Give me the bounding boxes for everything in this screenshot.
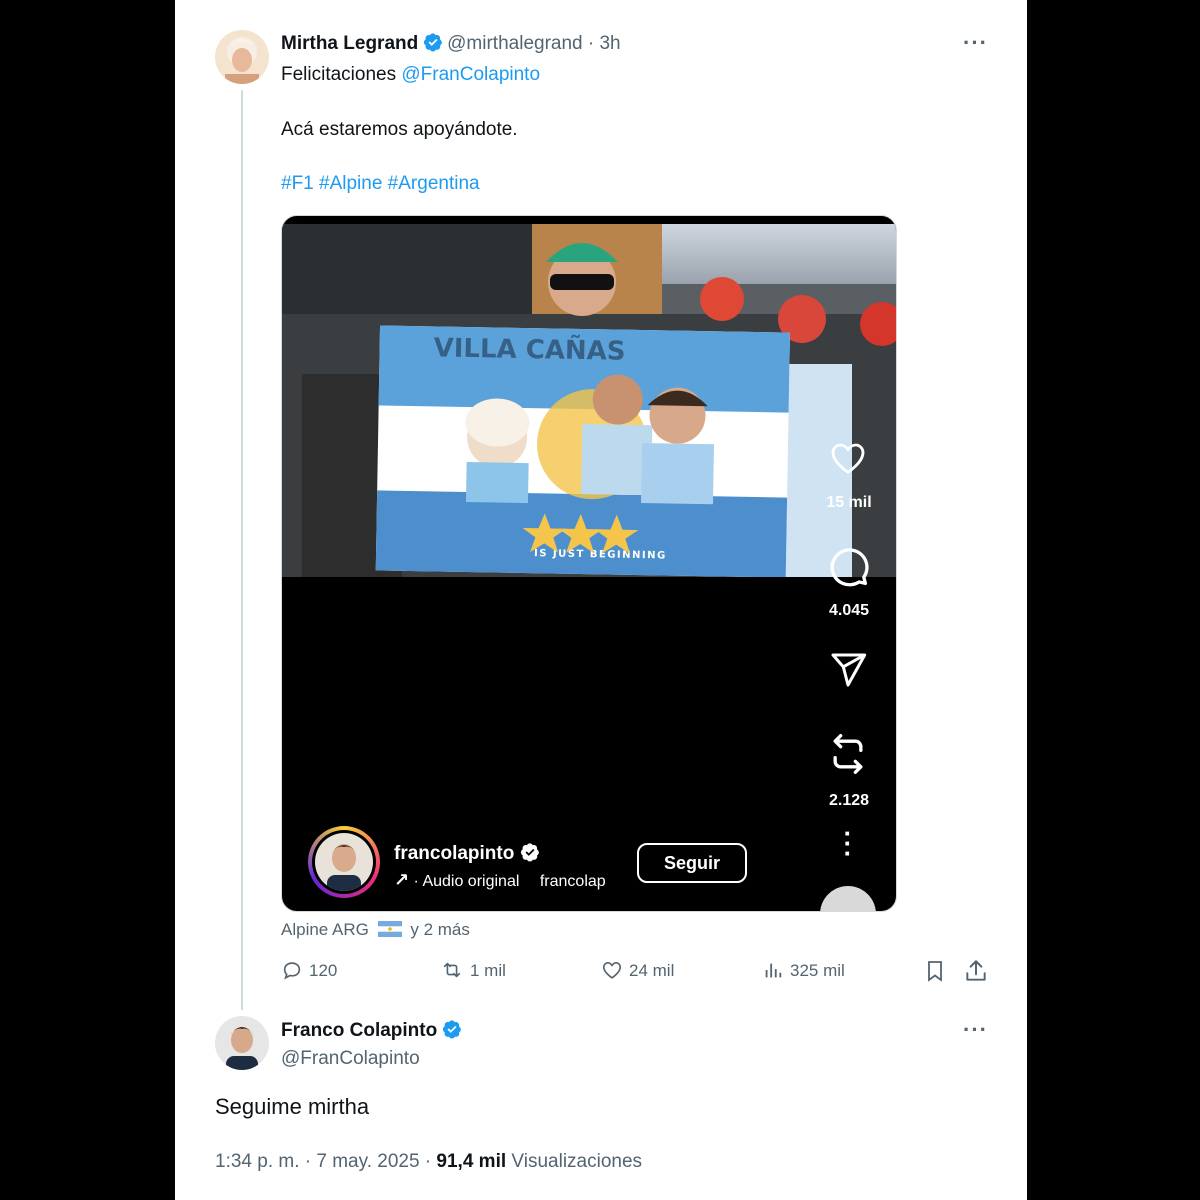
- ig-comment-count: 4.045: [828, 602, 870, 619]
- tweet2-header: Franco Colapinto: [281, 1019, 462, 1042]
- ig-repost-button[interactable]: [826, 730, 870, 778]
- franco-avatar[interactable]: [215, 1016, 269, 1070]
- ig-audio-label: Audio original: [422, 873, 520, 890]
- more-icon[interactable]: ···: [963, 1017, 988, 1043]
- ig-send-button[interactable]: [826, 650, 870, 690]
- verified-badge-icon: [442, 1020, 461, 1039]
- views-label: Visualizaciones: [506, 1151, 643, 1172]
- ig-username[interactable]: francolapinto: [394, 843, 514, 864]
- send-icon: [831, 653, 867, 687]
- flag-text-bottom: IS JUST BEGINNING: [534, 548, 667, 561]
- ig-repost-count: 2.128: [828, 792, 870, 809]
- timestamp[interactable]: 1:34 p. m. · 7 may. 2025 ·: [215, 1151, 436, 1172]
- tweet1-line1: Felicitaciones @FranColapinto: [281, 64, 540, 86]
- tagged-more: y 2 más: [410, 920, 470, 939]
- ig-follow-button[interactable]: Seguir: [637, 843, 747, 883]
- share-icon: [966, 960, 986, 981]
- flag-argentina-icon: [377, 921, 402, 937]
- ig-profile-avatar[interactable]: [308, 826, 380, 898]
- tweet1-header: Mirtha Legrand @mirthalegrand · 3h: [281, 32, 621, 55]
- bookmark-button[interactable]: [923, 958, 947, 989]
- thread-line: [241, 90, 243, 1010]
- like-button[interactable]: 24 mil: [601, 959, 674, 981]
- more-icon[interactable]: ···: [963, 30, 988, 56]
- repost-count: 1 mil: [470, 961, 506, 980]
- like-count: 24 mil: [629, 961, 675, 980]
- tagged-users[interactable]: Alpine ARG y 2 más: [281, 920, 470, 940]
- ig-comment-button[interactable]: [826, 544, 870, 588]
- repost-icon: [833, 734, 863, 774]
- mention-link[interactable]: @FranColapinto: [401, 64, 540, 85]
- views-count: 325 mil: [790, 961, 845, 980]
- reply-icon: [283, 962, 301, 980]
- ig-audio-row[interactable]: ↗ · Audio original francolap: [394, 870, 624, 891]
- mirtha-avatar[interactable]: [215, 30, 269, 84]
- ig-username-row: francolapinto: [394, 842, 540, 865]
- tagged-name: Alpine ARG: [281, 920, 369, 939]
- ig-like-button[interactable]: [826, 438, 870, 478]
- author-name[interactable]: Mirtha Legrand: [281, 33, 418, 54]
- ig-text-toggle-button[interactable]: [820, 886, 876, 911]
- arrow-up-right-icon: ↗: [394, 870, 410, 890]
- like-icon: [602, 962, 622, 979]
- tweet2-footer: 1:34 p. m. · 7 may. 2025 · 91,4 mil Visu…: [215, 1151, 642, 1173]
- tweet-thread-card: Mirtha Legrand @mirthalegrand · 3h ··· F…: [175, 0, 1027, 1200]
- ig-follow-label: Seguir: [663, 853, 720, 873]
- views-button[interactable]: 325 mil: [762, 959, 845, 981]
- handle-and-time[interactable]: @mirthalegrand · 3h: [447, 33, 620, 54]
- flag-text-top: VILLA CAÑAS: [433, 331, 625, 366]
- comment-icon: [830, 548, 869, 587]
- heart-icon: [831, 443, 865, 474]
- repost-icon: [443, 962, 461, 978]
- tweet1-text: Felicitaciones: [281, 64, 402, 85]
- fans-flag-photo: VILLA CAÑAS IS JUST BEGINNING: [282, 224, 896, 577]
- embedded-video[interactable]: VILLA CAÑAS IS JUST BEGINNING 15 mil 4.0…: [281, 215, 897, 912]
- views-count: 91,4 mil: [436, 1151, 507, 1172]
- verified-badge-icon: [520, 843, 539, 862]
- repost-button[interactable]: 1 mil: [440, 959, 506, 981]
- reply-button[interactable]: 120: [281, 959, 337, 981]
- bookmark-icon: [928, 961, 942, 982]
- author-name[interactable]: Franco Colapinto: [281, 1020, 437, 1041]
- reply-count: 120: [309, 961, 338, 980]
- tweet2-text: Seguime mirtha: [215, 1094, 370, 1119]
- ig-like-count: 15 mil: [826, 494, 872, 511]
- tweet2-handle[interactable]: @FranColapinto: [281, 1048, 420, 1070]
- share-button[interactable]: [963, 958, 989, 989]
- tweet1-line2: Acá estaremos apoyándote.: [281, 119, 518, 140]
- ig-audio-user: francolap: [539, 873, 606, 890]
- views-icon: [765, 963, 782, 978]
- hashtags-link[interactable]: #F1 #Alpine #Argentina: [281, 173, 480, 195]
- ig-more-icon[interactable]: · · ·: [838, 820, 858, 866]
- verified-badge-icon: [423, 33, 442, 52]
